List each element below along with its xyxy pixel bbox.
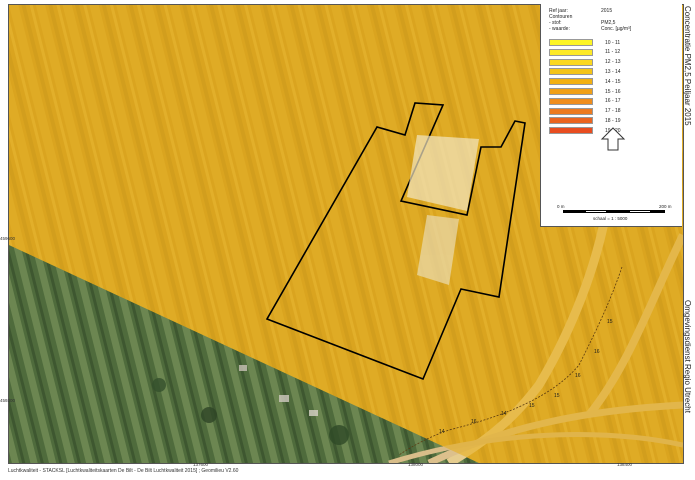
legend-class-row: 10 - 11 [549, 38, 649, 47]
legend-class-row: 19 - 20 [549, 126, 649, 135]
scale-bar: 0 m 200 m schaal = 1 : 5000 [555, 204, 675, 224]
x-tick-label: 138400 [617, 462, 633, 467]
legend-class-row: 12 - 13 [549, 58, 649, 67]
y-tick-label: 459600 [0, 236, 16, 241]
legend-class-row: 16 - 17 [549, 97, 649, 106]
legend-waarde-label: - waarde: [549, 26, 570, 32]
contour-value-label: 16 [575, 373, 581, 379]
legend-class-label: 11 - 12 [605, 49, 621, 56]
legend-waarde-value: Conc. [µg/m³] [601, 26, 632, 32]
y-tick-label: 459200 [0, 398, 16, 403]
legend-class-label: 10 - 11 [605, 39, 621, 46]
legend-swatch [549, 48, 593, 56]
organization-name: Omgevingsdienst Regio Utrecht [683, 300, 692, 413]
contour-value-label: 15 [607, 319, 613, 325]
scale-segment [607, 210, 629, 213]
legend-class-label: 17 - 18 [605, 108, 621, 115]
contour-value-label: 15 [529, 403, 535, 409]
map-legend: Ref jaar: 2015 Contouren - stof: PM2,5 -… [540, 4, 682, 227]
footer-source: Luchtkwaliteit - STACKSL [Luchtkwaliteit… [8, 468, 239, 474]
legend-swatch [549, 97, 593, 105]
legend-swatch [549, 58, 593, 66]
legend-swatch [549, 78, 593, 86]
legend-class-label: 13 - 14 [605, 68, 621, 75]
legend-class-row: 18 - 19 [549, 116, 649, 125]
map-title: Concentratie PM2,5 Peiljaar 2015 [683, 6, 692, 126]
legend-class-row: 14 - 15 [549, 77, 649, 86]
x-tick-label: 138000 [408, 462, 424, 467]
scale-segment [585, 210, 607, 213]
legend-swatch [549, 88, 593, 95]
legend-swatch [549, 117, 593, 125]
legend-class-row: 15 - 16 [549, 87, 649, 96]
legend-swatch [549, 39, 593, 47]
legend-swatch [549, 68, 593, 76]
contour-value-label: 14 [501, 411, 507, 417]
legend-class-label: 15 - 16 [605, 88, 621, 95]
scale-segment [651, 210, 665, 213]
contour-value-label: 14 [439, 429, 445, 435]
scale-segment [563, 210, 585, 213]
contour-value-label: 15 [554, 393, 560, 399]
legend-class-row: 13 - 14 [549, 67, 649, 76]
legend-ref-value: 2015 [601, 8, 613, 14]
legend-class-label: 12 - 13 [605, 59, 621, 66]
scale-ratio-label: schaal = 1 : 5000 [593, 216, 628, 221]
contour-value-label: 16 [594, 349, 600, 355]
legend-classes: 10 - 11 11 - 12 12 - 13 13 - 14 14 - 15 15 - … [549, 38, 649, 136]
legend-class-label: 14 - 15 [605, 78, 621, 85]
legend-class-label: 16 - 17 [605, 98, 621, 105]
legend-swatch [549, 107, 593, 115]
contour-value-label: 16 [471, 419, 477, 425]
scale-segment [629, 210, 651, 213]
legend-class-row: 17 - 18 [549, 106, 649, 115]
north-arrow-icon [600, 127, 626, 151]
x-tick-label: 137600 [193, 462, 209, 467]
legend-class-label: 18 - 19 [605, 117, 621, 124]
legend-swatch [549, 127, 593, 135]
legend-class-row: 11 - 12 [549, 48, 649, 57]
